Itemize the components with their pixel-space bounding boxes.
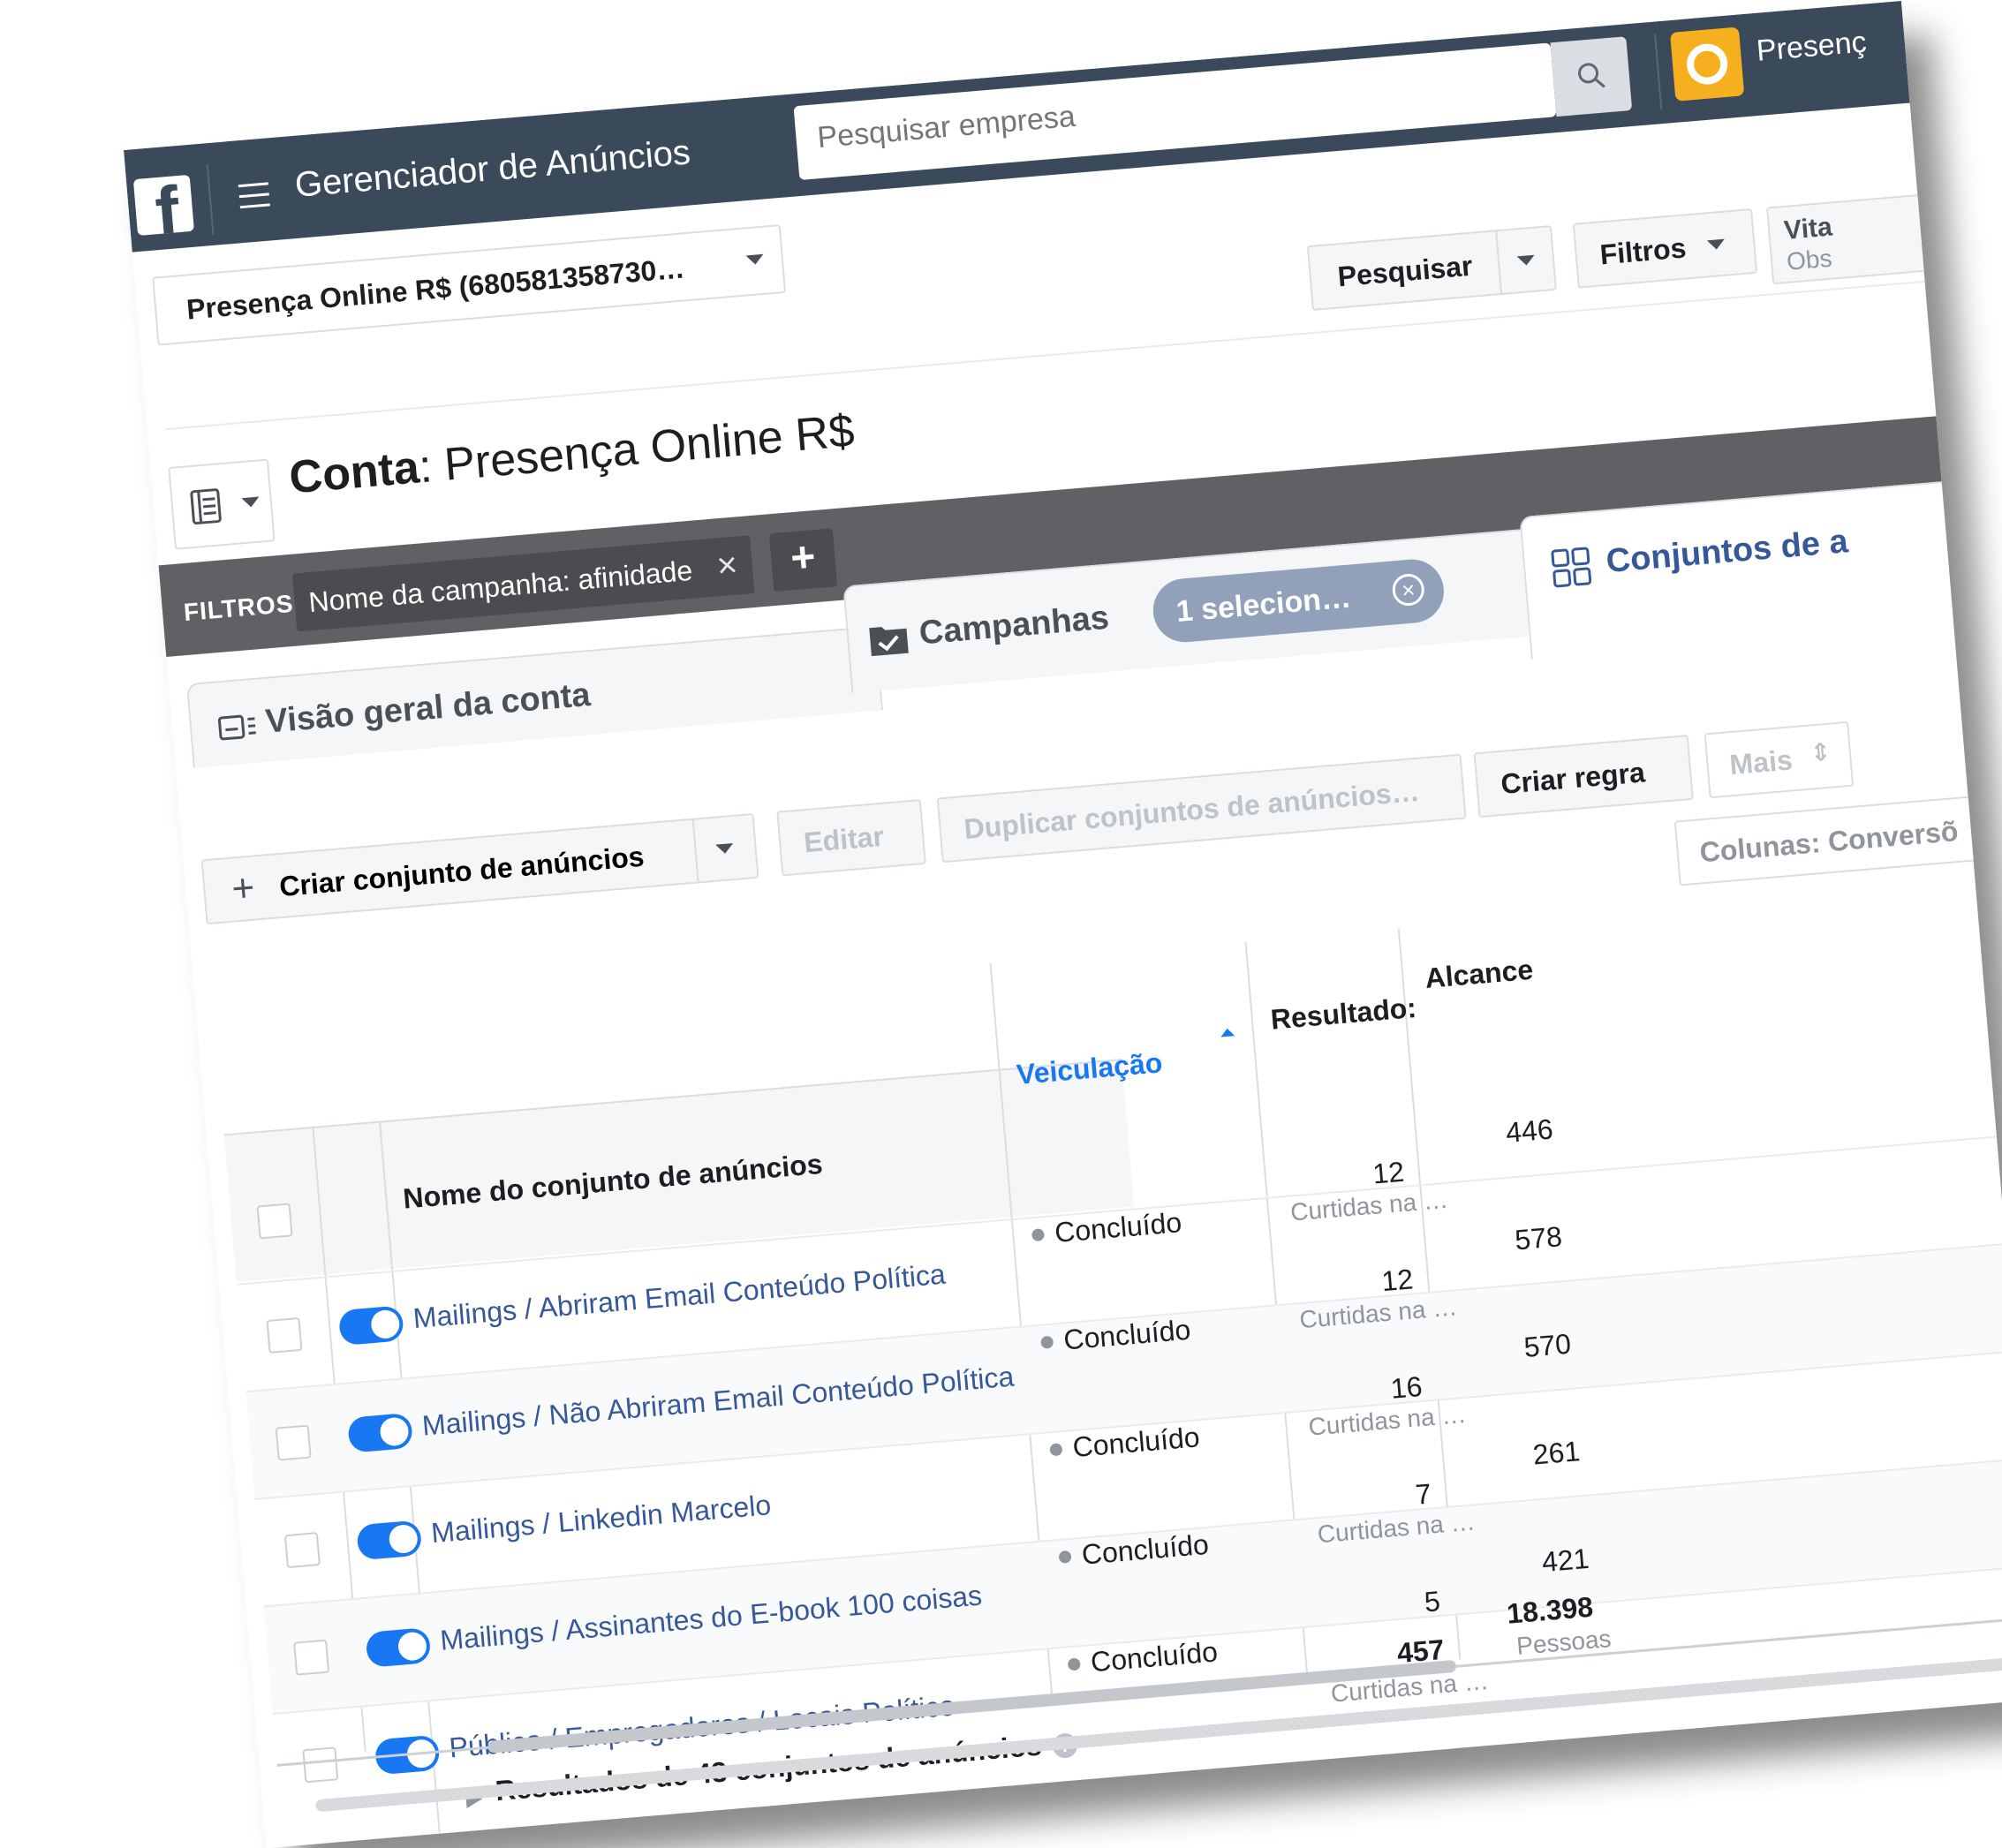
hamburger-menu-icon[interactable]	[238, 182, 270, 209]
screenshot-sheet: f Gerenciador de Anúncios Presenç	[124, 0, 2002, 1848]
delivery-status: Concluído	[1053, 1206, 1183, 1249]
top-navigation-bar: f Gerenciador de Anúncios Presenç	[124, 0, 1910, 253]
row-checkbox[interactable]	[275, 1424, 312, 1461]
chevron-down-icon	[715, 843, 735, 855]
columns-label: Colunas: Conversõ	[1698, 814, 1960, 869]
sort-toggle-icon: ⇕	[1809, 737, 1832, 767]
chevron-down-icon	[1706, 238, 1726, 251]
tab-account-overview[interactable]: Visão geral da conta	[185, 625, 884, 768]
create-rule-button[interactable]: Criar regra	[1473, 735, 1694, 818]
grid-icon	[1551, 547, 1592, 588]
edit-label: Editar	[802, 819, 886, 859]
status-dot-icon	[1067, 1657, 1081, 1671]
row-toggle[interactable]	[347, 1412, 414, 1453]
search-options-dropdown[interactable]	[1495, 225, 1557, 296]
status-dot-icon	[1049, 1443, 1063, 1457]
facebook-logo-icon[interactable]: f	[132, 174, 194, 236]
reach-value: 446	[1504, 1113, 1554, 1149]
brand-name[interactable]: Presenç	[1756, 26, 1869, 69]
column-header-reach[interactable]: Alcance	[1424, 954, 1534, 995]
select-all-checkbox[interactable]	[256, 1203, 293, 1240]
delivery-status: Concluído	[1071, 1421, 1201, 1464]
tab-campaigns-label: Campanhas	[918, 599, 1111, 652]
overview-icon	[217, 714, 256, 741]
search-icon	[1578, 63, 1605, 88]
create-rule-label: Criar regra	[1500, 756, 1647, 800]
tab-account-overview-label: Visão geral da conta	[264, 676, 593, 741]
edit-button[interactable]: Editar	[776, 799, 926, 877]
delivery-status: Concluído	[1061, 1313, 1192, 1356]
app-title: Gerenciador de Anúncios	[293, 132, 692, 205]
status-dot-icon	[1058, 1550, 1072, 1564]
create-ad-set-label: Criar conjunto de anúncios	[277, 840, 646, 903]
chevron-down-icon	[1516, 254, 1536, 267]
selected-campaigns-chip[interactable]: 1 selecion… ×	[1150, 556, 1447, 645]
search-button-label: Pesquisar	[1336, 249, 1474, 293]
more-label: Mais	[1728, 743, 1794, 781]
chevron-down-icon	[241, 496, 261, 509]
duplicate-label: Duplicar conjuntos de anúncios…	[963, 774, 1421, 845]
create-ad-set-button[interactable]: + Criar conjunto de anúncios	[200, 818, 703, 925]
row-toggle[interactable]	[337, 1305, 404, 1346]
clear-selection-icon[interactable]: ×	[1391, 572, 1426, 607]
chevron-down-icon	[745, 253, 765, 266]
create-options-dropdown[interactable]	[691, 812, 759, 884]
ad-set-name-link[interactable]: Mailings / Abriram Email Conteúdo Políti…	[412, 1258, 947, 1335]
vita-button[interactable]: Vita Obs	[1765, 190, 1970, 285]
delivery-status: Concluído	[1080, 1527, 1211, 1571]
delivery-status: Concluído	[1089, 1635, 1220, 1678]
selected-chip-label: 1 selecion…	[1175, 580, 1353, 630]
more-button[interactable]: Mais ⇕	[1704, 720, 1855, 799]
status-dot-icon	[1040, 1335, 1054, 1349]
vita-label: Vita	[1782, 212, 1833, 245]
ledger-icon	[190, 488, 222, 525]
plus-icon: +	[230, 865, 257, 911]
search-button[interactable]	[1550, 36, 1633, 117]
row-checkbox[interactable]	[283, 1532, 321, 1569]
brand-logo-icon[interactable]	[1670, 26, 1745, 102]
business-search-input[interactable]	[813, 62, 1507, 157]
folder-check-icon	[869, 627, 909, 657]
ad-set-name-link[interactable]: Mailings / Linkedin Marcelo	[430, 1489, 773, 1550]
sort-ascending-icon[interactable]	[1220, 1028, 1235, 1037]
row-checkbox[interactable]	[293, 1639, 330, 1676]
ad-set-name-link[interactable]: Mailings / Não Abriram Email Conteúdo Po…	[421, 1361, 1016, 1443]
filters-dropdown[interactable]: Filtros	[1572, 207, 1758, 289]
column-header-results[interactable]: Resultado:	[1269, 992, 1417, 1037]
vita-sublabel: Obs	[1785, 244, 1833, 275]
column-header-delivery[interactable]: Veiculação	[1016, 1046, 1164, 1091]
row-toggle[interactable]	[356, 1520, 423, 1561]
duplicate-ad-sets-button[interactable]: Duplicar conjuntos de anúncios…	[936, 753, 1467, 864]
account-selector[interactable]: Presença Online R$ (680581358730…	[152, 224, 787, 346]
view-picker-button[interactable]	[168, 458, 276, 550]
tab-ad-sets-label: Conjuntos de a	[1605, 523, 1850, 581]
filters-label: Filtros	[1598, 231, 1688, 271]
business-search-box[interactable]	[793, 42, 1557, 181]
row-toggle[interactable]	[365, 1626, 432, 1668]
account-selector-label: Presença Online R$ (680581358730…	[185, 252, 686, 326]
status-dot-icon	[1031, 1228, 1046, 1242]
photo-background: f Gerenciador de Anúncios Presenç	[0, 0, 2002, 1848]
columns-dropdown[interactable]: Colunas: Conversõ	[1673, 795, 1983, 886]
ad-set-name-link[interactable]: Mailings / Assinantes do E-book 100 cois…	[439, 1579, 983, 1656]
page-title: Conta: Presença Online R$	[287, 405, 857, 504]
close-icon[interactable]: ×	[715, 546, 739, 587]
ad-sets-table: Veiculação Resultado: Alcance Nome do co…	[215, 879, 2002, 1848]
row-checkbox[interactable]	[266, 1316, 303, 1354]
search-button-toolbar[interactable]: Pesquisar	[1306, 229, 1510, 312]
